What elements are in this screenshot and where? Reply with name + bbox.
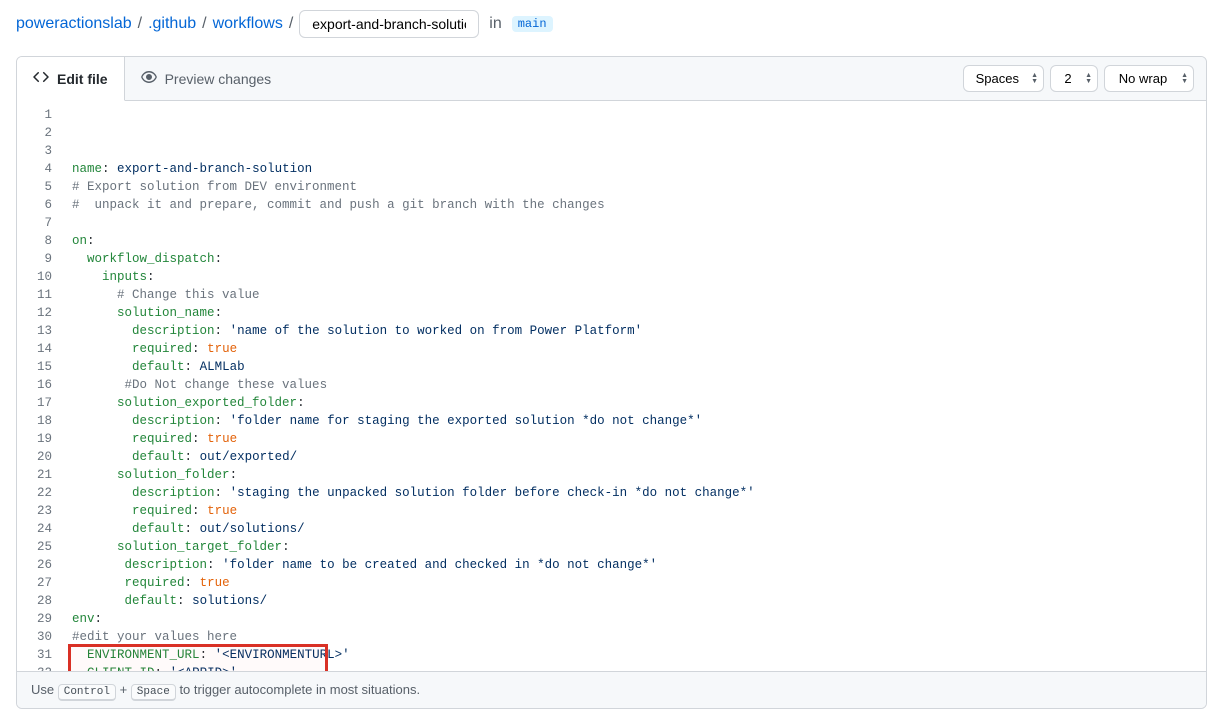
- line-number: 9: [17, 250, 66, 268]
- code-line[interactable]: default: solutions/: [66, 592, 1206, 610]
- code-line[interactable]: required: true: [66, 574, 1206, 592]
- footer-hint: Use Control + Space to trigger autocompl…: [17, 671, 1206, 708]
- line-number: 26: [17, 556, 66, 574]
- line-number: 27: [17, 574, 66, 592]
- line-number: 3: [17, 142, 66, 160]
- breadcrumb-folder-workflows[interactable]: workflows: [213, 15, 283, 33]
- line-number: 14: [17, 340, 66, 358]
- code-line[interactable]: # Change this value: [66, 286, 1206, 304]
- breadcrumb-sep: /: [202, 15, 206, 33]
- code-line[interactable]: on:: [66, 232, 1206, 250]
- filename-input[interactable]: [299, 10, 479, 38]
- hint-text: to trigger autocomplete in most situatio…: [179, 682, 420, 697]
- line-number: 5: [17, 178, 66, 196]
- code-line[interactable]: description: 'name of the solution to wo…: [66, 322, 1206, 340]
- in-label: in: [489, 15, 501, 33]
- tab-edit-file[interactable]: Edit file: [17, 57, 125, 101]
- line-number: 22: [17, 484, 66, 502]
- line-number: 12: [17, 304, 66, 322]
- line-number: 32: [17, 664, 66, 671]
- line-number: 29: [17, 610, 66, 628]
- line-number: 25: [17, 538, 66, 556]
- indent-size-select[interactable]: 2: [1050, 65, 1098, 92]
- tabs-bar: Edit file Preview changes Spaces ▲▼ 2 ▲▼…: [17, 57, 1206, 101]
- line-number: 19: [17, 430, 66, 448]
- line-number: 13: [17, 322, 66, 340]
- code-icon: [33, 69, 49, 88]
- line-number: 17: [17, 394, 66, 412]
- code-line[interactable]: solution_folder:: [66, 466, 1206, 484]
- editor-toolbar: Spaces ▲▼ 2 ▲▼ No wrap ▲▼: [951, 57, 1206, 100]
- code-line[interactable]: #edit your values here: [66, 628, 1206, 646]
- tab-preview-changes[interactable]: Preview changes: [125, 57, 288, 100]
- breadcrumb-sep: /: [138, 15, 142, 33]
- code-line[interactable]: required: true: [66, 502, 1206, 520]
- line-number: 16: [17, 376, 66, 394]
- line-number: 6: [17, 196, 66, 214]
- eye-icon: [141, 69, 157, 88]
- code-line[interactable]: solution_name:: [66, 304, 1206, 322]
- code-line[interactable]: # unpack it and prepare, commit and push…: [66, 196, 1206, 214]
- line-number: 24: [17, 520, 66, 538]
- code-line[interactable]: default: out/solutions/: [66, 520, 1206, 538]
- line-number: 11: [17, 286, 66, 304]
- line-number: 31: [17, 646, 66, 664]
- code-line[interactable]: description: 'staging the unpacked solut…: [66, 484, 1206, 502]
- code-line[interactable]: default: out/exported/: [66, 448, 1206, 466]
- line-number: 30: [17, 628, 66, 646]
- code-line[interactable]: solution_exported_folder:: [66, 394, 1206, 412]
- code-line[interactable]: required: true: [66, 340, 1206, 358]
- code-line[interactable]: #Do Not change these values: [66, 376, 1206, 394]
- tab-edit-label: Edit file: [57, 71, 108, 87]
- line-number: 15: [17, 358, 66, 376]
- code-line[interactable]: [66, 214, 1206, 232]
- kbd-control: Control: [58, 684, 116, 701]
- code-line[interactable]: required: true: [66, 430, 1206, 448]
- code-line[interactable]: solution_target_folder:: [66, 538, 1206, 556]
- code-line[interactable]: # Export solution from DEV environment: [66, 178, 1206, 196]
- code-content[interactable]: name: export-and-branch-solution# Export…: [66, 101, 1206, 671]
- hint-text: +: [120, 682, 131, 697]
- tab-preview-label: Preview changes: [165, 71, 272, 87]
- code-line[interactable]: inputs:: [66, 268, 1206, 286]
- code-line[interactable]: description: 'folder name for staging th…: [66, 412, 1206, 430]
- code-editor[interactable]: 1234567891011121314151617181920212223242…: [17, 101, 1206, 671]
- line-number: 4: [17, 160, 66, 178]
- line-number-gutter: 1234567891011121314151617181920212223242…: [17, 101, 66, 671]
- code-line[interactable]: ENVIRONMENT_URL: '<ENVIRONMENTURL>': [66, 646, 1206, 664]
- code-line[interactable]: default: ALMLab: [66, 358, 1206, 376]
- line-number: 21: [17, 466, 66, 484]
- breadcrumb-repo[interactable]: poweractionslab: [16, 15, 132, 33]
- code-line[interactable]: name: export-and-branch-solution: [66, 160, 1206, 178]
- code-line[interactable]: workflow_dispatch:: [66, 250, 1206, 268]
- line-number: 20: [17, 448, 66, 466]
- breadcrumb-folder-github[interactable]: .github: [148, 15, 196, 33]
- line-number: 1: [17, 106, 66, 124]
- breadcrumb-sep: /: [289, 15, 293, 33]
- line-number: 2: [17, 124, 66, 142]
- wrap-mode-select[interactable]: No wrap: [1104, 65, 1194, 92]
- code-line[interactable]: description: 'folder name to be created …: [66, 556, 1206, 574]
- hint-text: Use: [31, 682, 58, 697]
- breadcrumb: poweractionslab / .github / workflows / …: [0, 0, 1223, 48]
- editor-container: Edit file Preview changes Spaces ▲▼ 2 ▲▼…: [16, 56, 1207, 709]
- line-number: 18: [17, 412, 66, 430]
- line-number: 23: [17, 502, 66, 520]
- code-line[interactable]: CLIENT_ID: '<APPID>': [66, 664, 1206, 671]
- code-line[interactable]: env:: [66, 610, 1206, 628]
- line-number: 8: [17, 232, 66, 250]
- line-number: 28: [17, 592, 66, 610]
- kbd-space: Space: [131, 684, 176, 701]
- branch-tag[interactable]: main: [512, 16, 553, 32]
- line-number: 10: [17, 268, 66, 286]
- indent-mode-select[interactable]: Spaces: [963, 65, 1044, 92]
- line-number: 7: [17, 214, 66, 232]
